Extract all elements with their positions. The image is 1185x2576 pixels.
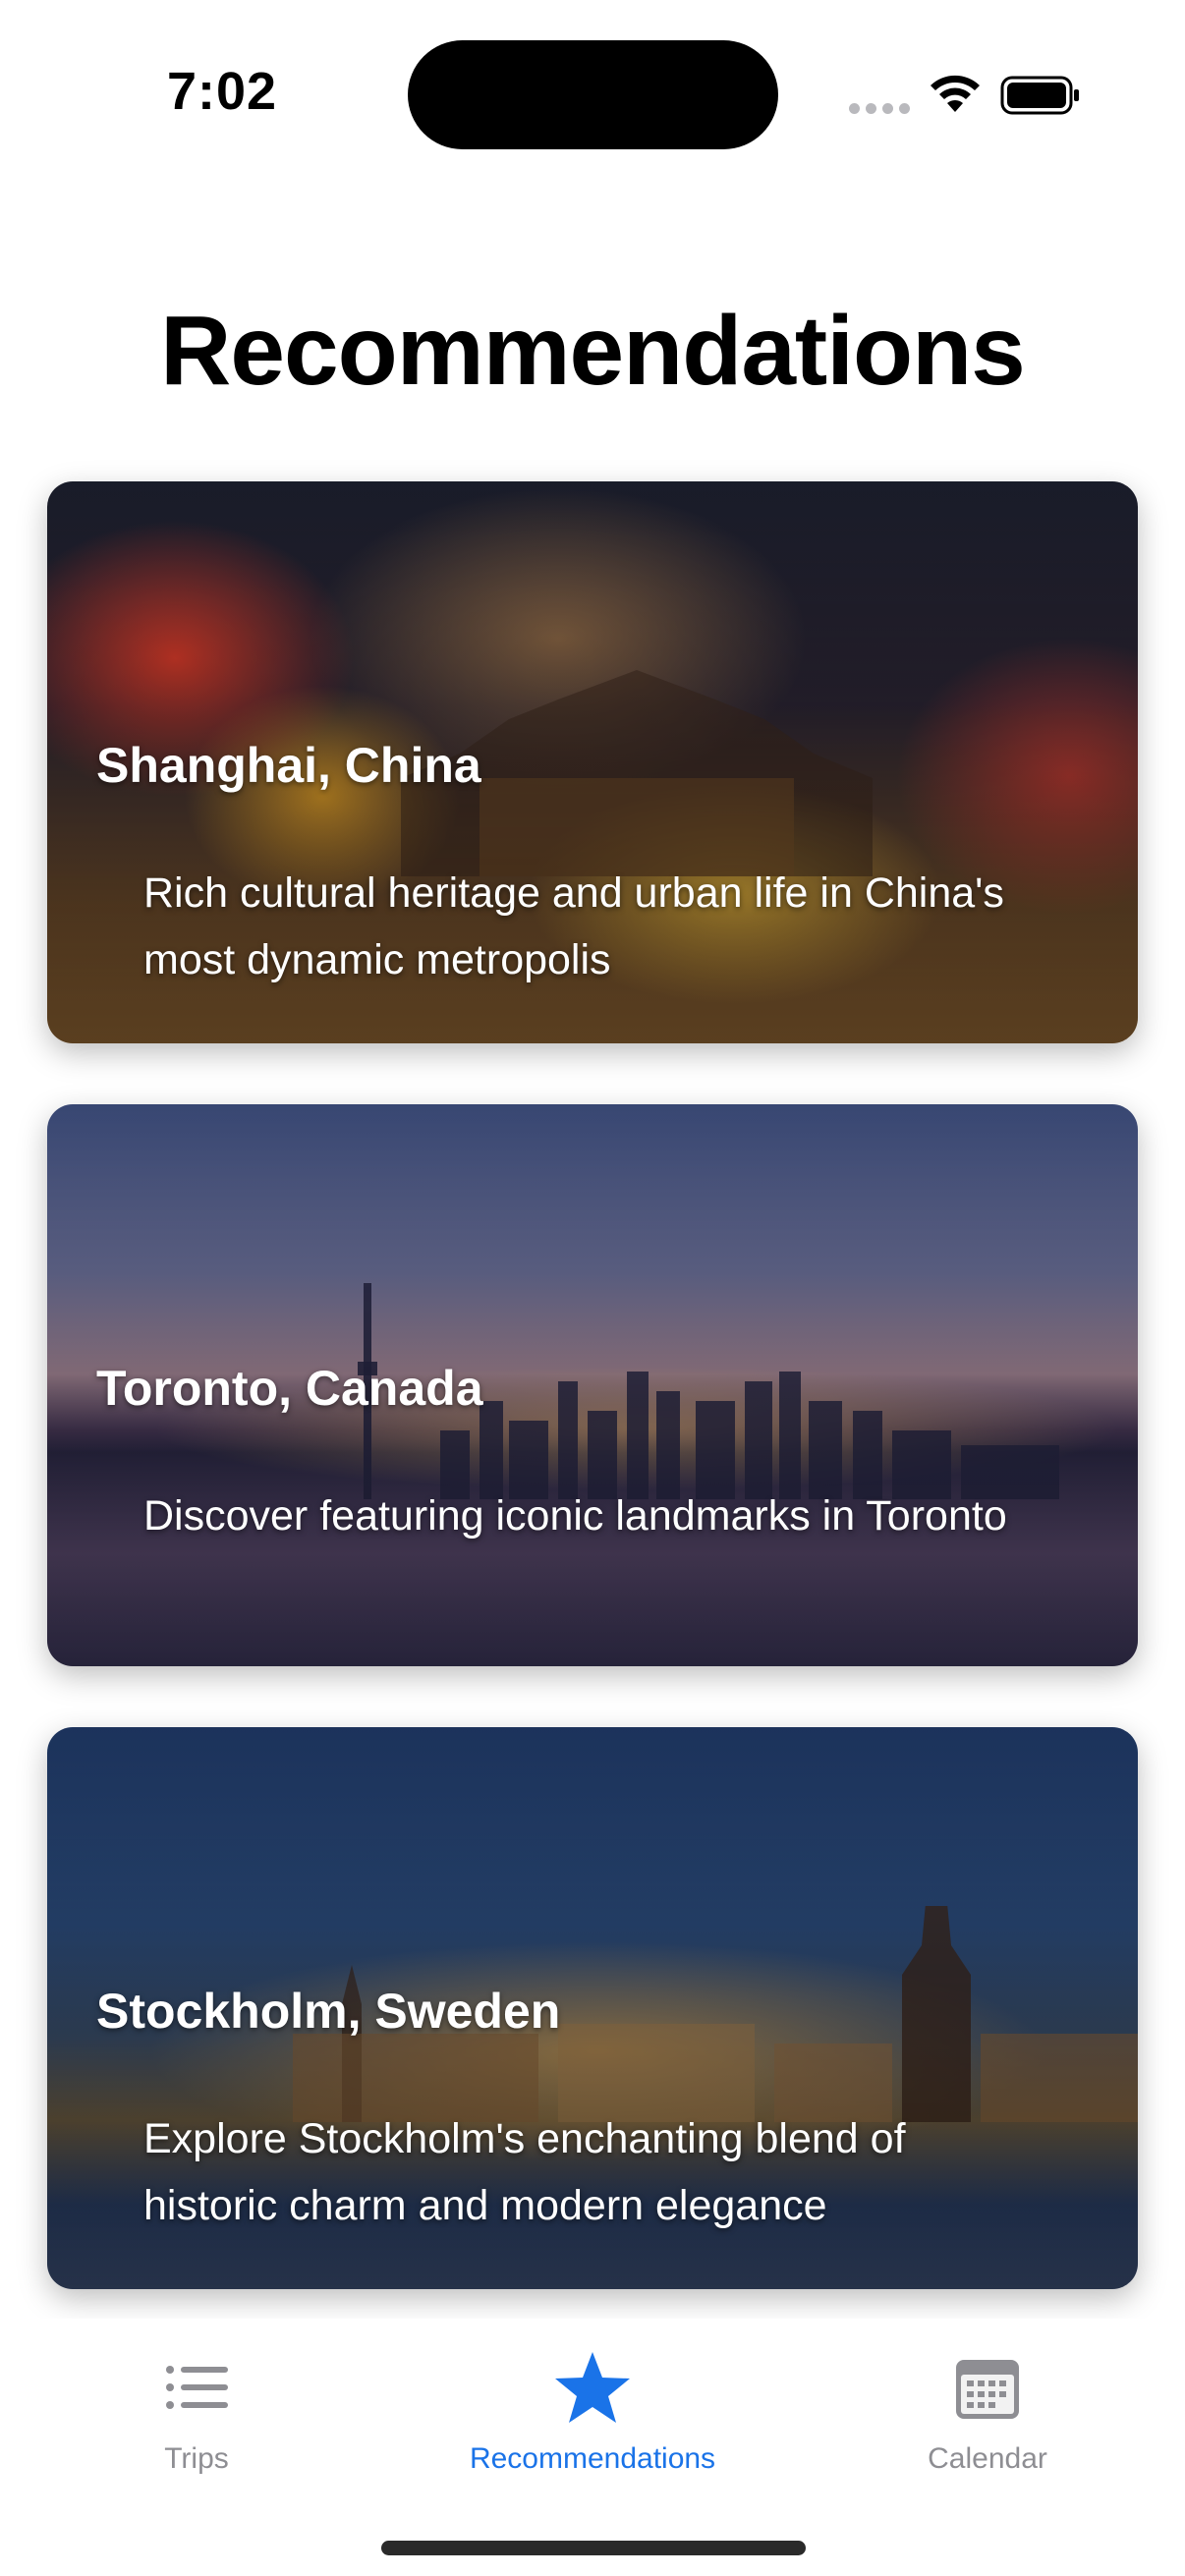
tab-recommendations[interactable]: Recommendations [435,2348,750,2476]
recommendation-card-shanghai[interactable]: Shanghai, China Rich cultural heritage a… [47,481,1138,1043]
dynamic-island [408,40,778,149]
page-title: Recommendations [160,296,1026,406]
card-description: Rich cultural heritage and urban life in… [143,869,1004,983]
home-indicator[interactable] [381,2541,806,2555]
tab-label: Recommendations [469,2442,716,2475]
card-description: Explore Stockholm's enchanting blend of … [143,2115,906,2229]
tab-calendar[interactable]: Calendar [830,2348,1145,2476]
status-time: 7:02 [167,62,278,121]
recommendation-card-stockholm[interactable]: Stockholm, Sweden Explore Stockholm's en… [47,1727,1138,2289]
recommendation-card-toronto[interactable]: Toronto, Canada Discover featuring iconi… [47,1104,1138,1666]
star-icon [555,2352,630,2423]
status-bar: 7:02 [0,0,1185,196]
card-title: Shanghai, China [96,738,481,793]
tab-label: Trips [164,2442,229,2475]
card-title: Stockholm, Sweden [96,1984,561,2039]
card-title: Toronto, Canada [96,1361,483,1416]
card-description: Discover featuring iconic landmarks in T… [143,1492,1007,1540]
tab-bar: Trips Recommendations Calendar [0,2319,1185,2576]
wifi-icon [931,75,980,112]
calendar-icon [956,2360,1019,2419]
battery-icon [1000,76,1079,115]
tab-label: Calendar [928,2442,1047,2475]
cellular-signal-icon [849,103,910,114]
tab-trips[interactable]: Trips [39,2348,354,2476]
list-icon [166,2366,228,2409]
